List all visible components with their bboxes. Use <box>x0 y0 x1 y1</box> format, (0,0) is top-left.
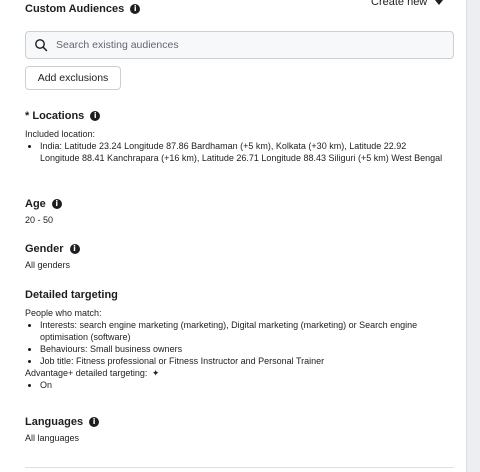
info-icon[interactable]: i <box>90 111 101 121</box>
audience-search-box[interactable] <box>25 31 454 59</box>
age-title-row: Age i <box>25 198 445 210</box>
languages-title: Languages <box>25 416 84 428</box>
gender-section: Gender i All genders <box>25 243 445 271</box>
search-icon <box>35 39 48 52</box>
gender-title: Gender <box>25 243 64 255</box>
custom-audiences-header: Custom Audiences i <box>25 3 141 15</box>
advantage-row: Advantage+ detailed targeting: ✦ <box>25 367 445 379</box>
targeting-item: Interests: search engine marketing (mark… <box>40 319 445 343</box>
locations-section: * Locations i Included location: India: … <box>25 110 445 164</box>
targeting-item: Job title: Fitness professional or Fitne… <box>40 355 445 367</box>
audience-panel: Custom Audiences i Create new Add exclus… <box>0 0 467 472</box>
info-icon[interactable]: i <box>51 199 62 209</box>
locations-title: * Locations <box>25 110 84 122</box>
advantage-list: On <box>25 379 445 391</box>
languages-value: All languages <box>25 433 80 443</box>
required-mark: * <box>25 110 30 122</box>
add-exclusions-button[interactable]: Add exclusions <box>25 66 121 90</box>
location-item: India: Latitude 23.24 Longitude 87.86 Ba… <box>40 140 445 164</box>
advantage-label: Advantage+ detailed targeting: <box>25 368 148 378</box>
custom-audiences-title: Custom Audiences <box>25 3 125 15</box>
detailed-targeting-section: Detailed targeting People who match: Int… <box>25 289 445 391</box>
advantage-value: On <box>40 379 445 391</box>
info-icon[interactable]: i <box>69 244 80 254</box>
languages-title-row: Languages i <box>25 416 445 428</box>
included-location-label: Included location: <box>25 129 96 139</box>
detailed-targeting-title: Detailed targeting <box>25 289 118 301</box>
background-strip <box>467 0 480 472</box>
age-title: Age <box>25 198 46 210</box>
gender-title-row: Gender i <box>25 243 445 255</box>
gender-value: All genders <box>25 260 71 270</box>
detailed-targeting-list: Interests: search engine marketing (mark… <box>25 319 445 367</box>
age-section: Age i 20 - 50 <box>25 198 445 226</box>
locations-title-row: * Locations i <box>25 110 445 122</box>
divider <box>25 467 454 468</box>
info-icon[interactable]: i <box>130 4 141 14</box>
info-icon[interactable]: i <box>89 417 100 427</box>
search-input[interactable] <box>54 38 438 52</box>
locations-list: India: Latitude 23.24 Longitude 87.86 Ba… <box>25 140 445 164</box>
sparkle-icon: ✦ <box>151 368 160 378</box>
create-new-dropdown[interactable]: Create new <box>371 0 444 8</box>
locations-title-text: Locations <box>32 110 85 122</box>
targeting-item: Behaviours: Small business owners <box>40 343 445 355</box>
age-value: 20 - 50 <box>25 215 54 225</box>
caret-down-icon <box>435 0 444 5</box>
people-who-match-label: People who match: <box>25 308 102 318</box>
languages-section: Languages i All languages <box>25 416 445 444</box>
create-new-label: Create new <box>371 0 428 8</box>
